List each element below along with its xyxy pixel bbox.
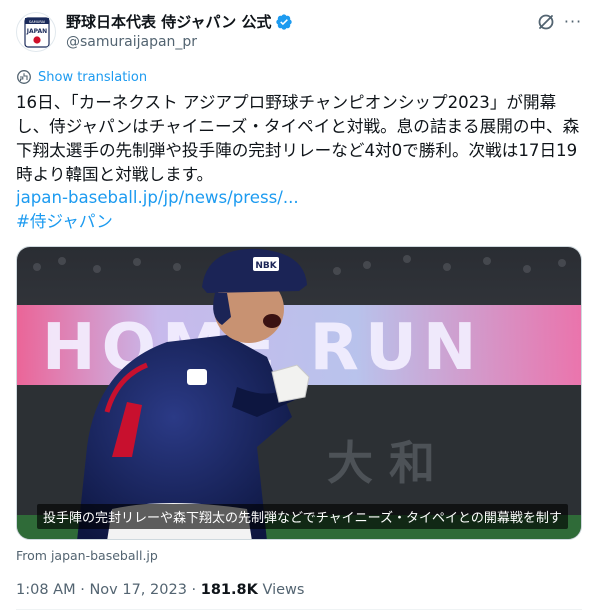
avatar-text-main: JAPAN — [26, 28, 47, 35]
meta-separator: · — [75, 582, 90, 598]
tweet-meta: 1:08 AM · Nov 17, 2023 · 181.8K Views — [16, 582, 304, 598]
grok-icon[interactable] — [536, 12, 556, 32]
helmet-badge-text: NBK — [255, 261, 277, 271]
divider — [16, 609, 582, 610]
show-translation-link[interactable]: Show translation — [16, 69, 147, 85]
account-handle[interactable]: @samuraijapan_pr — [66, 34, 197, 50]
avatar[interactable]: SAMURAI JAPAN — [16, 12, 56, 52]
tweet-text: 16日、「カーネクスト アジアプロ野球チャンピオンシップ2023」が開幕し、侍ジ… — [16, 93, 580, 184]
media-caption: 投手陣の完封リレーや森下翔太の先制弾などでチャイニーズ・タイペイとの開幕戦を制す — [37, 504, 568, 529]
author-name-row: 野球日本代表 侍ジャパン 公式 — [66, 11, 293, 32]
show-translation-label[interactable]: Show translation — [38, 70, 147, 85]
verified-badge-icon[interactable] — [275, 13, 293, 31]
tweet-media-image[interactable]: HOME RUN 大 和 NBK 投手陣の完封リレーや森下翔太の先制弾などでチャ… — [16, 246, 582, 540]
player-photo: HOME RUN 大 和 NBK — [17, 247, 581, 539]
view-count: 181.8K — [200, 582, 258, 598]
tweet-date[interactable]: Nov 17, 2023 — [89, 582, 186, 598]
display-name[interactable]: 野球日本代表 侍ジャパン 公式 — [66, 11, 271, 32]
translate-icon — [17, 70, 31, 84]
samurai-japan-logo: SAMURAI JAPAN — [24, 17, 50, 48]
tweet-time[interactable]: 1:08 AM — [16, 582, 76, 598]
meta-separator: · — [186, 582, 201, 598]
card-source[interactable]: From japan-baseball.jp — [16, 548, 158, 563]
tweet-hashtag[interactable]: #侍ジャパン — [16, 210, 113, 234]
stadium-signage-text: 大 和 — [327, 436, 435, 490]
avatar-text-top: SAMURAI — [29, 20, 45, 24]
views-label: Views — [257, 582, 305, 598]
more-options-icon[interactable]: ··· — [562, 12, 584, 32]
tweet-link[interactable]: japan-baseball.jp/jp/news/press/... — [16, 186, 299, 210]
